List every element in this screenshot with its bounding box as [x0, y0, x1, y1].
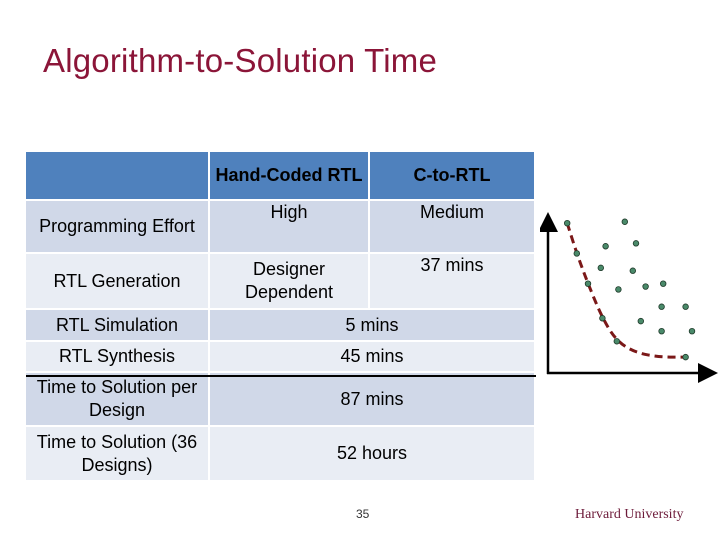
row-label: RTL Synthesis: [26, 342, 208, 371]
row-label: Time to Solution (36 Designs): [26, 427, 208, 480]
table-row: Time to Solution per Design 87 mins: [26, 373, 534, 425]
cell-merged: 87 mins: [210, 373, 534, 425]
design-point: [629, 267, 636, 274]
design-point: [584, 280, 592, 287]
cell-hand-coded: High: [210, 201, 368, 252]
cell-c-to-rtl: Medium: [370, 201, 534, 252]
design-point: [659, 280, 667, 287]
row-label: RTL Simulation: [26, 310, 208, 340]
cell-c-to-rtl: 37 mins: [370, 254, 534, 308]
design-point: [682, 353, 689, 361]
row-label: RTL Generation: [26, 254, 208, 308]
design-point: [599, 315, 606, 322]
table-row: RTL Simulation 5 mins: [26, 310, 534, 340]
design-point: [637, 317, 644, 325]
header-cell-empty: [26, 152, 208, 199]
row-label: Programming Effort: [26, 201, 208, 252]
header-cell-c-to-rtl: C-to-RTL: [370, 152, 534, 199]
table-row: RTL Synthesis 45 mins: [26, 342, 534, 371]
table-row: Programming Effort High Medium: [26, 201, 534, 252]
design-point: [597, 264, 604, 272]
pareto-frontier-curve: [565, 222, 686, 359]
cell-hand-coded: Designer Dependent: [210, 254, 368, 308]
design-point: [658, 327, 665, 335]
design-point: [615, 286, 622, 293]
cell-merged: 5 mins: [210, 310, 534, 340]
cell-merged: 52 hours: [210, 427, 534, 480]
design-point: [658, 303, 665, 310]
cell-merged: 45 mins: [210, 342, 534, 371]
table-header-row: Hand-Coded RTL C-to-RTL: [26, 152, 534, 199]
design-point: [573, 250, 580, 257]
row-label: Time to Solution per Design: [26, 373, 208, 425]
comparison-table: Hand-Coded RTL C-to-RTL Programming Effo…: [24, 150, 536, 482]
design-point: [564, 220, 571, 227]
table-separator-line: [26, 375, 536, 377]
footer-text: Harvard University: [575, 507, 684, 522]
table-row: RTL Generation Designer Dependent 37 min…: [26, 254, 534, 308]
pareto-diagram: [540, 212, 718, 383]
design-point: [682, 303, 689, 310]
design-point: [642, 283, 649, 290]
design-point: [602, 243, 609, 250]
design-point: [621, 218, 628, 225]
header-cell-hand-coded: Hand-Coded RTL: [210, 152, 368, 199]
table-row: Time to Solution (36 Designs) 52 hours: [26, 427, 534, 480]
page-number: 35: [356, 507, 370, 521]
design-point: [613, 338, 620, 345]
design-point: [632, 240, 640, 247]
design-point: [688, 327, 696, 335]
slide-title: Algorithm-to-Solution Time: [43, 42, 438, 79]
